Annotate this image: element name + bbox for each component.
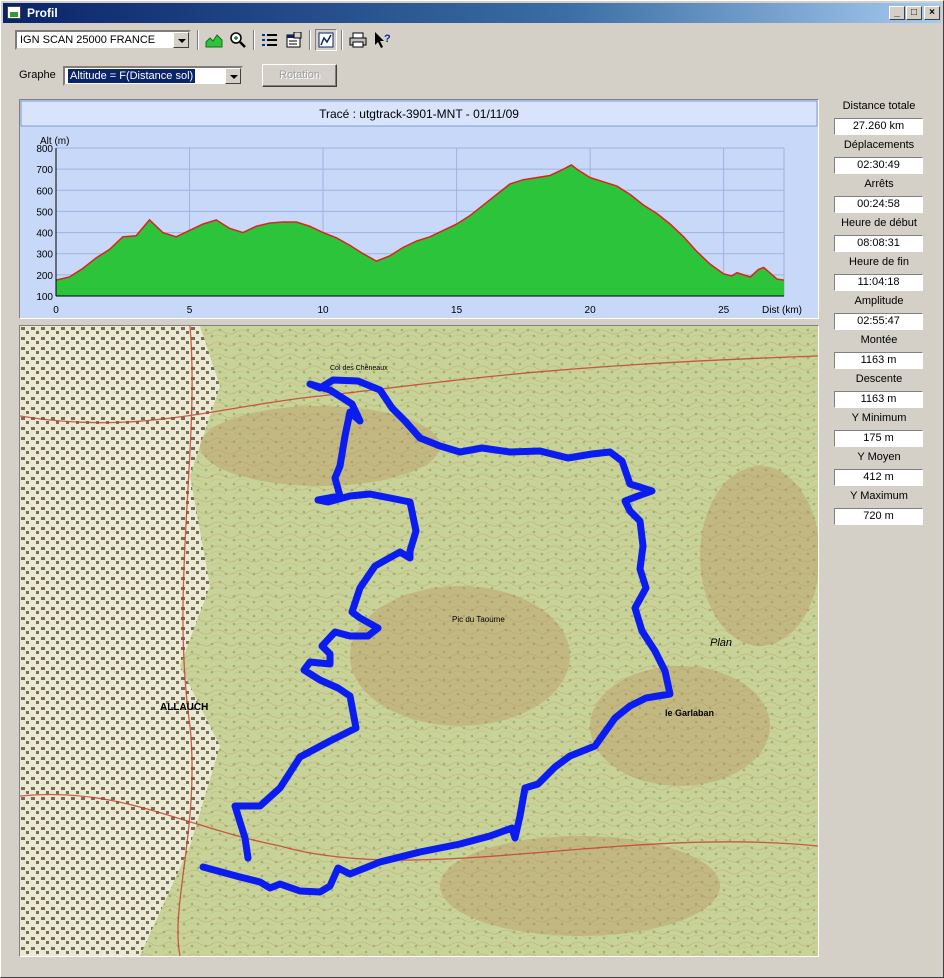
stat-label: Déplacements: [843, 139, 915, 151]
stat-value: 11:04:18: [834, 274, 923, 291]
map-label-col: Col des Chêneaux: [330, 365, 388, 372]
x-tick-label: 15: [451, 305, 463, 316]
stat-value: 00:24:58: [834, 196, 923, 213]
stat-label: Heure de fin: [849, 256, 909, 268]
x-tick-label: 5: [187, 305, 193, 316]
x-tick-label: 25: [718, 305, 730, 316]
map-label-allauch: ALLAUCH: [160, 702, 208, 713]
zoom-icon[interactable]: [227, 29, 249, 51]
map-svg[interactable]: ALLAUCH Pic du Taoume le Garlaban Col de…: [20, 326, 818, 956]
properties-icon[interactable]: [283, 29, 305, 51]
stat-label: Y Moyen: [857, 451, 901, 463]
y-tick-label: 500: [36, 207, 53, 218]
graph-mode-icon[interactable]: [315, 29, 337, 51]
chevron-down-icon[interactable]: [173, 32, 189, 48]
statistics-panel: Distance totale 27.260 km Déplacements 02:3…: [829, 99, 929, 528]
stat-value: 02:30:49: [834, 157, 923, 174]
stat-label: Y Minimum: [851, 412, 907, 424]
y-tick-label: 600: [36, 186, 53, 197]
stat-value: 08:08:31: [834, 235, 923, 252]
stat-label: Heure de début: [841, 217, 917, 229]
stat-value: 720 m: [834, 508, 923, 525]
stat-value: 175 m: [834, 430, 923, 447]
y-tick-label: 200: [36, 271, 53, 282]
graph-mode-select[interactable]: Altitude = F(Distance sol): [63, 66, 243, 86]
stat-label: Arrêts: [864, 178, 894, 190]
maximize-button[interactable]: □: [906, 6, 922, 20]
map-label-plan: Plan: [710, 637, 732, 649]
chart-title: Tracé : utgtrack-3901-MNT - 01/11/09: [319, 107, 519, 121]
print-icon[interactable]: [347, 29, 369, 51]
help-icon[interactable]: ?: [371, 29, 393, 51]
stat-label: Y Maximum: [850, 490, 908, 502]
list-icon[interactable]: [259, 29, 281, 51]
x-tick-label: 20: [585, 305, 597, 316]
y-tick-label: 300: [36, 250, 53, 261]
stat-value: 27.260 km: [834, 118, 923, 135]
x-axis-label: Dist (km): [762, 305, 802, 316]
stat-value: 02:55:47: [834, 313, 923, 330]
topographic-map[interactable]: ALLAUCH Pic du Taoume le Garlaban Col de…: [19, 325, 819, 957]
svg-text:?: ?: [384, 33, 391, 45]
x-tick-label: 10: [317, 305, 329, 316]
profile-window: Profil _ □ × IGN SCAN 25000 FRANCE ? Gra…: [0, 0, 944, 978]
minimize-button[interactable]: _: [889, 6, 905, 20]
elevation-chart-svg: Tracé : utgtrack-3901-MNT - 01/11/09 100…: [20, 100, 818, 318]
map-label-pic-du-taoume: Pic du Taoume: [452, 615, 505, 624]
elevation-profile-chart: Tracé : utgtrack-3901-MNT - 01/11/09 100…: [19, 99, 819, 319]
stat-label: Distance totale: [842, 100, 916, 112]
y-tick-label: 700: [36, 165, 53, 176]
stat-label: Amplitude: [854, 295, 904, 307]
y-tick-label: 100: [36, 292, 53, 303]
map-label-garlaban: le Garlaban: [665, 708, 714, 718]
stat-value: 1163 m: [834, 391, 923, 408]
rotation-button[interactable]: Rotation: [262, 64, 337, 87]
y-tick-label: 400: [36, 229, 53, 240]
stat-label: Descente: [855, 373, 903, 385]
stat-label: Montée: [860, 334, 898, 346]
close-button[interactable]: ×: [924, 6, 940, 20]
stat-value: 1163 m: [834, 352, 923, 369]
profile-chart-icon[interactable]: [203, 29, 225, 51]
y-axis-label: Alt (m): [40, 136, 69, 147]
stat-value: 412 m: [834, 469, 923, 486]
map-source-select[interactable]: IGN SCAN 25000 FRANCE: [15, 30, 191, 50]
chevron-down-icon[interactable]: [225, 68, 241, 84]
map-source-value: IGN SCAN 25000 FRANCE: [20, 34, 156, 46]
title-bar[interactable]: Profil _ □ ×: [3, 3, 941, 23]
x-tick-label: 0: [53, 305, 59, 316]
graph-mode-value: Altitude = F(Distance sol): [68, 69, 196, 83]
toolbar: IGN SCAN 25000 FRANCE ?: [7, 27, 937, 55]
window-title: Profil: [27, 6, 58, 20]
app-icon: [7, 6, 21, 19]
graph-label: Graphe: [19, 69, 56, 81]
